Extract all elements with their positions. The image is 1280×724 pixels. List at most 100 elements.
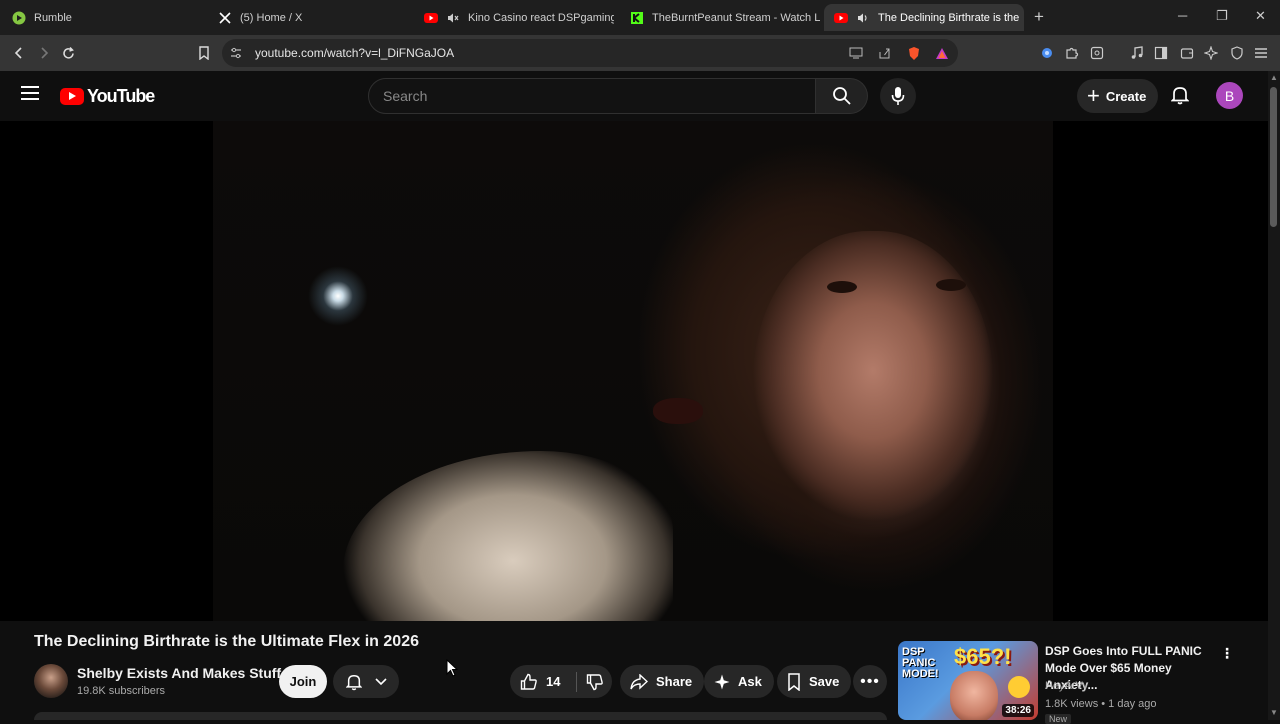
thumbnail-price: $65?!: [954, 644, 1012, 669]
thumbs-up-icon: [520, 673, 537, 690]
sparkle-icon: [714, 674, 730, 689]
person-mouth: [653, 398, 703, 424]
recommended-thumbnail[interactable]: DSP PANIC MODE! $65?! 38:26: [898, 641, 1038, 720]
bookmark-icon: [788, 672, 800, 691]
search-input[interactable]: [383, 88, 783, 104]
save-button[interactable]: Save: [777, 665, 852, 698]
subscription-notifications-button[interactable]: [333, 665, 399, 698]
address-bar[interactable]: youtube.com/watch?v=l_DiFNGaJOA: [222, 39, 958, 67]
more-vertical-icon[interactable]: ⋮: [1220, 644, 1234, 662]
browser-tab[interactable]: Kino Casino react DSPgamings W: [414, 4, 614, 31]
bookmark-icon[interactable]: [193, 42, 215, 64]
browser-tab[interactable]: (5) Home / X: [208, 4, 408, 31]
notifications-button[interactable]: [1168, 83, 1192, 107]
browser-menu-icon[interactable]: [1252, 44, 1270, 62]
save-label: Save: [809, 674, 840, 689]
cast-icon[interactable]: [848, 45, 864, 61]
speaker-icon[interactable]: [856, 11, 870, 25]
back-icon[interactable]: [8, 42, 30, 64]
media-music-icon[interactable]: [1128, 44, 1146, 62]
video-player[interactable]: [0, 121, 1268, 621]
hamburger-menu-icon[interactable]: [21, 86, 39, 100]
create-button[interactable]: + Create: [1077, 79, 1158, 113]
like-count: 14: [546, 674, 561, 689]
page-scrollbar[interactable]: ▲ ▼: [1268, 71, 1280, 720]
youtube-logo[interactable]: YouTube: [60, 86, 155, 107]
person-face: [753, 231, 993, 541]
rumble-icon: [12, 11, 26, 25]
person-jacket: [343, 451, 673, 621]
recommended-meta: 1.8K views • 1 day ago: [1045, 698, 1157, 710]
extension-square-icon[interactable]: [1088, 44, 1106, 62]
ask-label: Ask: [738, 674, 762, 689]
channel-avatar[interactable]: [34, 664, 68, 698]
scroll-down-icon[interactable]: ▼: [1270, 708, 1278, 717]
video-duration: 38:26: [1002, 704, 1034, 717]
search-button[interactable]: [816, 78, 868, 114]
create-label: Create: [1105, 88, 1147, 104]
youtube-play-logo-icon: [60, 88, 84, 105]
wallet-icon[interactable]: [1178, 44, 1196, 62]
person-eye: [827, 281, 857, 293]
sidebar-icon[interactable]: [1152, 44, 1170, 62]
account-avatar[interactable]: B: [1216, 82, 1243, 109]
tab-title: The Declining Birthrate is the: [878, 11, 1020, 24]
bell-icon: [345, 674, 362, 690]
bell-icon: [1171, 87, 1189, 105]
brave-shields-icon[interactable]: [906, 45, 922, 61]
site-settings-icon[interactable]: [228, 45, 244, 61]
more-actions-button[interactable]: •••: [853, 665, 887, 698]
like-dislike-group: 14: [510, 665, 612, 698]
url-text[interactable]: youtube.com/watch?v=l_DiFNGaJOA: [255, 46, 454, 60]
browser-tab[interactable]: TheBurntPeanut Stream - Watch Live: [620, 4, 820, 31]
leo-ai-icon[interactable]: [1202, 44, 1220, 62]
browser-tab[interactable]: Rumble: [2, 4, 202, 31]
kick-icon: [630, 11, 644, 25]
thumbnail-caption: DSP PANIC MODE!: [902, 646, 939, 680]
extensions-puzzle-icon[interactable]: [1063, 44, 1081, 62]
browser-tab-strip: Rumble (5) Home / X Kino Casino react DS…: [0, 0, 1280, 35]
recommended-channel[interactable]: HeyArVy: [1045, 680, 1088, 692]
voice-search-button[interactable]: [880, 78, 916, 114]
join-button[interactable]: Join: [279, 665, 327, 698]
thumbnail-face: [950, 671, 998, 720]
youtube-wordmark: YouTube: [87, 86, 155, 106]
vpn-shield-icon[interactable]: [1228, 44, 1246, 62]
extension-blue-icon[interactable]: [1038, 44, 1056, 62]
channel-name[interactable]: Shelby Exists And Makes Stuff: [77, 665, 281, 681]
search-box: [368, 78, 816, 114]
close-tab-icon[interactable]: ✕: [1019, 10, 1024, 26]
person-eye: [936, 279, 966, 291]
youtube-icon: [424, 11, 438, 25]
share-arrow-icon: [630, 673, 648, 690]
reload-icon[interactable]: [57, 42, 79, 64]
minimize-icon[interactable]: ─: [1178, 8, 1187, 23]
share-page-icon[interactable]: [876, 45, 892, 61]
chevron-down-icon: [374, 677, 387, 685]
forward-icon[interactable]: [33, 42, 55, 64]
thumbs-down-icon: [586, 673, 603, 690]
search-icon: [832, 87, 851, 105]
browser-tab-active[interactable]: The Declining Birthrate is the ✕: [824, 4, 1024, 31]
x-icon: [218, 11, 232, 25]
scroll-up-icon[interactable]: ▲: [1270, 73, 1278, 82]
plus-icon: +: [1087, 83, 1100, 108]
description-box[interactable]: [34, 712, 887, 720]
browser-toolbar: youtube.com/watch?v=l_DiFNGaJOA: [0, 35, 1280, 71]
muted-speaker-icon[interactable]: [446, 11, 460, 25]
dislike-button[interactable]: [577, 665, 612, 698]
video-title: The Declining Birthrate is the Ultimate …: [34, 633, 419, 650]
scrollbar-thumb[interactable]: [1270, 87, 1277, 227]
thumbnail-emoji: [1008, 676, 1030, 698]
like-button[interactable]: 14: [510, 665, 576, 698]
close-window-icon[interactable]: ✕: [1255, 8, 1266, 24]
ask-button[interactable]: Ask: [704, 665, 774, 698]
tab-title: Rumble: [34, 11, 72, 24]
new-badge: New: [1045, 714, 1072, 724]
restore-icon[interactable]: ❐: [1216, 8, 1228, 24]
more-horizontal-icon: •••: [860, 672, 880, 690]
background-light: [308, 266, 368, 326]
new-tab-icon[interactable]: +: [1034, 7, 1044, 27]
brave-rewards-icon[interactable]: [934, 45, 950, 61]
share-button[interactable]: Share: [620, 665, 705, 698]
